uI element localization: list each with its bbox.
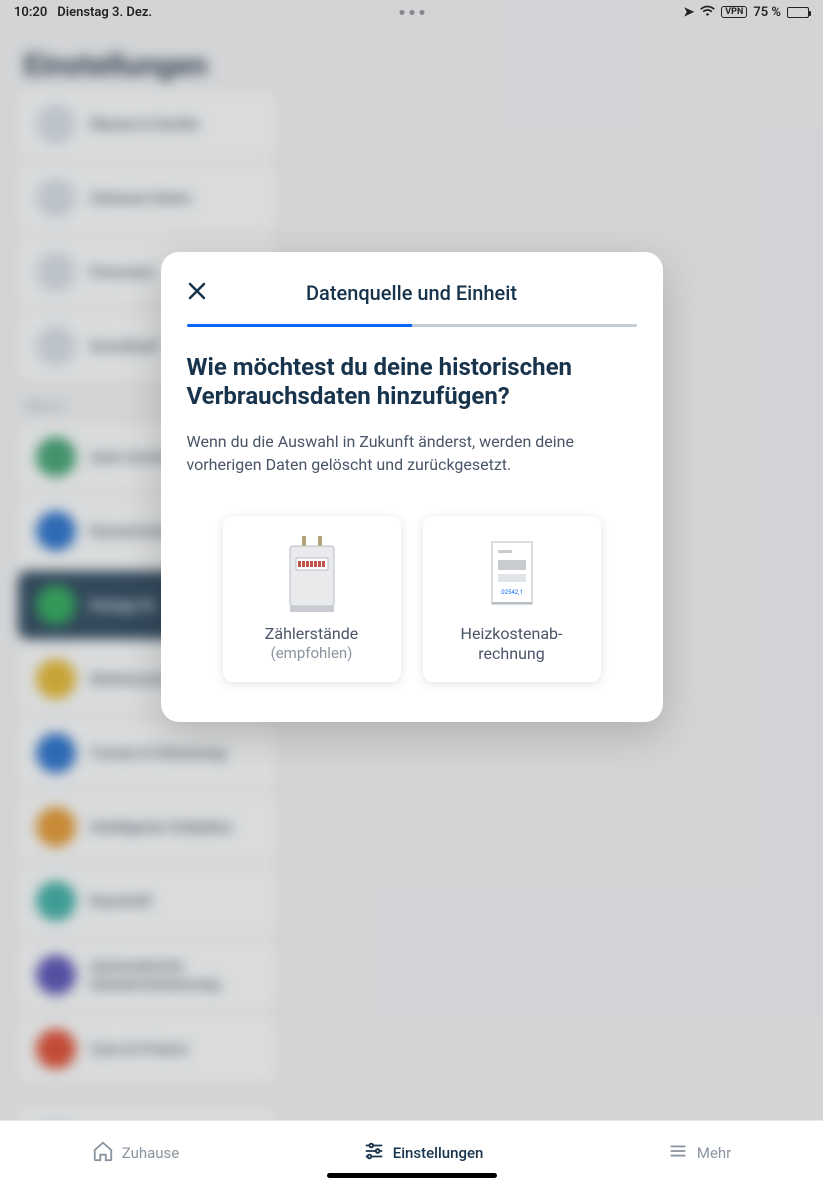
tab-more[interactable]: Mehr [667,1140,731,1166]
data-source-modal: Datenquelle und Einheit Wie möchtest du … [161,252,663,722]
modal-subtext: Wenn du die Auswahl in Zukunft änderst, … [187,430,637,476]
home-indicator[interactable] [327,1173,497,1178]
home-icon [92,1140,114,1166]
close-icon[interactable] [187,280,207,306]
option-heating-bill[interactable]: 02542,1 Heizkostenab- rechnung [423,516,601,682]
document-icon: 02542,1 [435,536,589,614]
option-meter-label: Zählerstände [235,624,389,644]
tab-home[interactable]: Zuhause [92,1140,180,1166]
option-meter-readings[interactable]: Zählerstände (empfohlen) [223,516,401,682]
option-bill-label: Heizkostenab- rechnung [435,624,589,664]
modal-heading: Wie möchtest du deine historischen Verbr… [187,353,637,412]
meter-icon [235,536,389,614]
sliders-icon [363,1140,385,1166]
tab-settings[interactable]: Einstellungen [363,1140,484,1166]
option-meter-sub: (empfohlen) [235,644,389,662]
menu-icon [667,1140,689,1166]
modal-title: Datenquelle und Einheit [161,281,663,305]
svg-text:02542,1: 02542,1 [501,589,522,596]
